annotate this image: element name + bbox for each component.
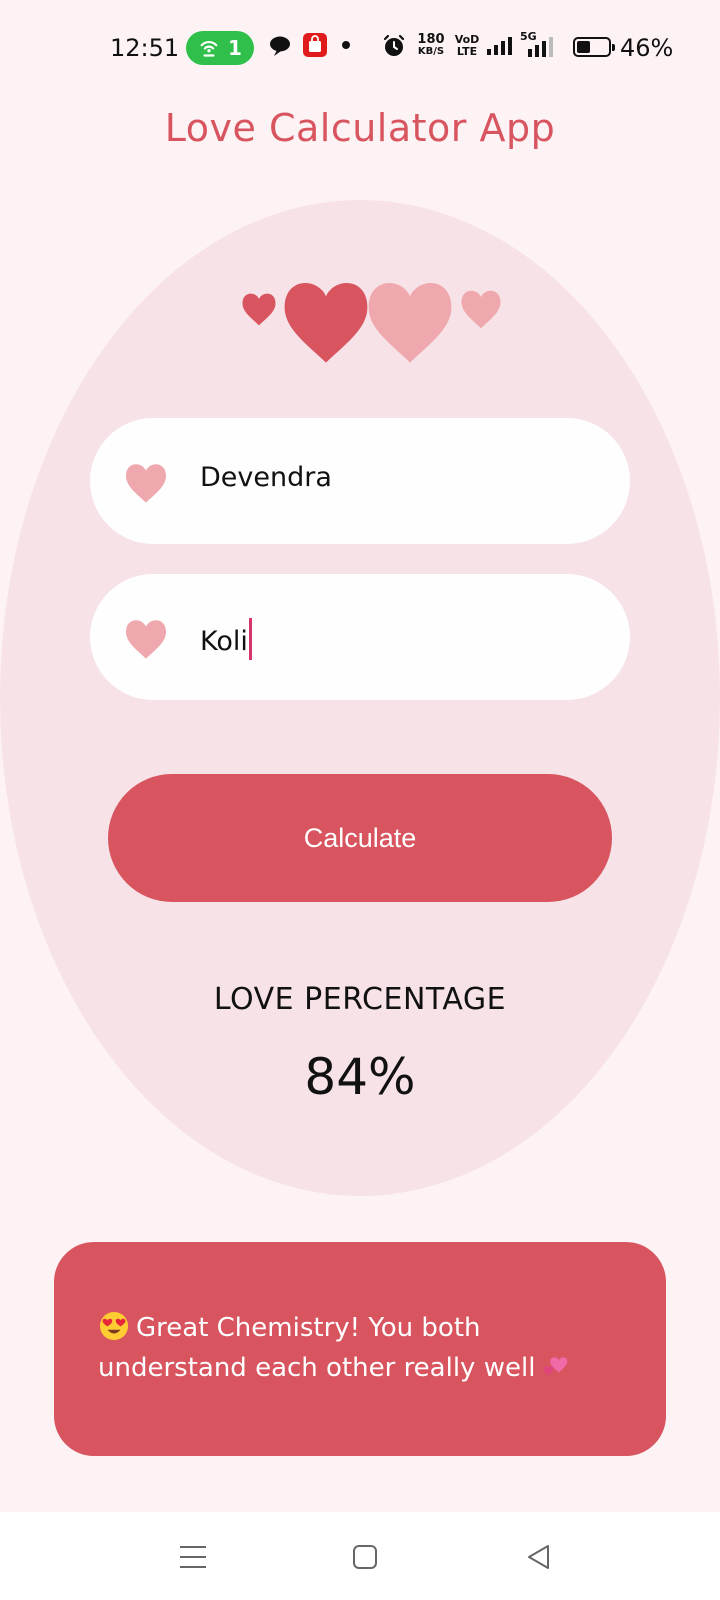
- status-bar: 12:51 1 180 KB/S VoD LTE 5G 46%: [0, 0, 720, 96]
- home-icon[interactable]: [348, 1540, 382, 1574]
- hotspot-icon: [200, 41, 218, 57]
- battery-level: [577, 41, 591, 53]
- battery-icon: [573, 37, 615, 57]
- signal-icon: [487, 37, 512, 55]
- heart-icon: [126, 464, 166, 503]
- two-hearts-emoji-icon: [543, 1357, 568, 1376]
- network-speed: 180 KB/S: [414, 32, 448, 58]
- name2-input[interactable]: Koli: [200, 626, 248, 657]
- shopping-bag-icon: [303, 33, 327, 57]
- name1-input[interactable]: Devendra: [200, 462, 332, 493]
- alarm-icon: [383, 34, 405, 56]
- name2-input-wrap[interactable]: Koli: [200, 618, 252, 660]
- volte-indicator: VoD LTE: [454, 34, 480, 58]
- page-title: Love Calculator App: [164, 106, 556, 150]
- love-percentage-value: 84%: [304, 1048, 416, 1106]
- name2-field[interactable]: Koli: [90, 574, 630, 700]
- system-nav-bar: [0, 1512, 720, 1600]
- signal-5g-icon: [528, 37, 553, 57]
- text-caret: [248, 618, 252, 660]
- battery-percent: 46%: [620, 34, 674, 62]
- hotspot-count: 1: [228, 36, 242, 60]
- network-speed-value: 180: [417, 32, 445, 47]
- love-percentage-label: LOVE PERCENTAGE: [213, 982, 507, 1017]
- name1-field[interactable]: Devendra: [90, 418, 630, 544]
- back-icon[interactable]: [522, 1540, 556, 1574]
- network-speed-unit: KB/S: [417, 46, 445, 57]
- heart-eyes-emoji-icon: [99, 1311, 129, 1341]
- hotspot-indicator: 1: [186, 31, 254, 65]
- status-time: 12:51: [110, 34, 180, 62]
- chat-icon: [270, 36, 290, 56]
- calculate-button[interactable]: Calculate: [108, 774, 612, 902]
- result-message: Great Chemistry! You both understand eac…: [98, 1313, 536, 1383]
- result-message-card: Great Chemistry! You both understand eac…: [54, 1242, 666, 1456]
- menu-icon[interactable]: [176, 1540, 210, 1574]
- notification-dot: [342, 41, 350, 49]
- volte-bottom: LTE: [456, 45, 478, 58]
- heart-icon: [126, 620, 166, 659]
